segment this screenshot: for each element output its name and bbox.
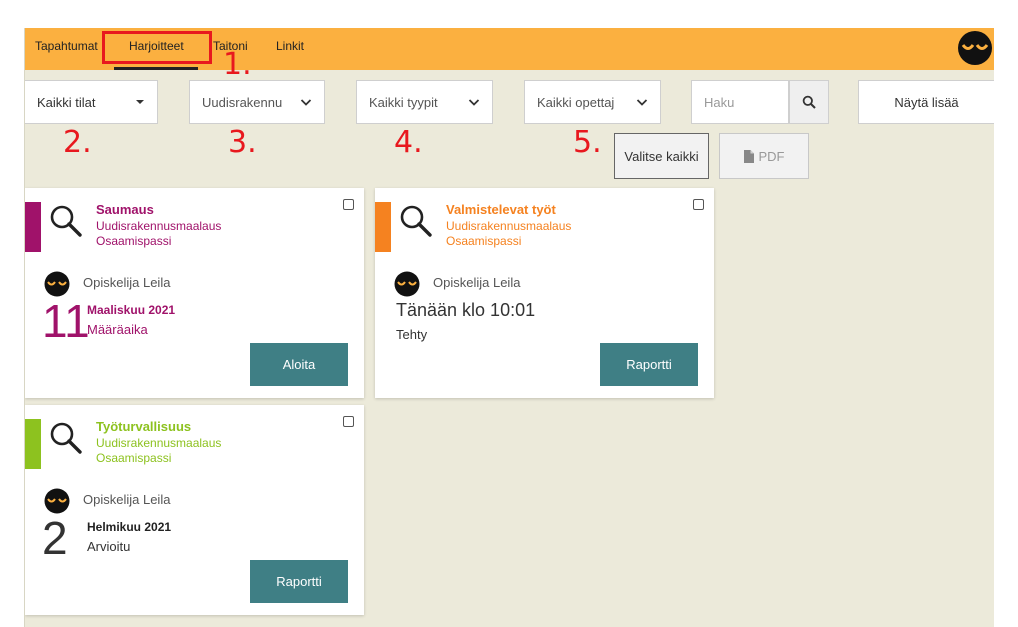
chevron-down-icon	[636, 99, 648, 106]
active-tab-indicator	[114, 67, 198, 70]
due-day: 11	[42, 295, 90, 347]
nav-tapahtumat[interactable]: Tapahtumat	[35, 39, 98, 53]
annotation-2: 2.	[63, 125, 92, 160]
top-navbar: Tapahtumat Harjoitteet Taitoni Linkit	[25, 28, 994, 70]
card-title[interactable]: Valmistelevat työt	[446, 202, 556, 217]
annotation-3: 3.	[228, 125, 257, 160]
avatar-icon	[44, 488, 70, 514]
teacher-select-value: Kaikki opettaj	[537, 94, 615, 110]
chevron-down-icon	[300, 99, 312, 106]
card-checkbox[interactable]	[343, 199, 354, 210]
card-color-stripe	[25, 202, 41, 252]
card-color-stripe	[25, 419, 41, 469]
search-button[interactable]	[789, 80, 829, 124]
teacher-select[interactable]: Kaikki opettaj	[524, 80, 661, 124]
completed-time: Tänään klo 10:01	[396, 300, 536, 320]
card-checkbox[interactable]	[343, 416, 354, 427]
caret-down-icon	[136, 100, 144, 104]
annotation-1: 1.	[223, 47, 252, 82]
highlight-box	[102, 31, 212, 64]
avatar-icon[interactable]	[957, 30, 993, 66]
search-icon	[802, 95, 816, 109]
status-select-value: Kaikki tilat	[37, 94, 96, 110]
nav-linkit[interactable]: Linkit	[276, 39, 304, 53]
due-day: 2	[42, 512, 68, 564]
card-program: Uudisrakennusmaalaus	[96, 219, 222, 233]
type-select[interactable]: Kaikki tyypit	[356, 80, 493, 124]
exercise-card: Saumaus Uudisrakennusmaalaus Osaamispass…	[25, 188, 364, 398]
annotation-5: 5.	[573, 125, 602, 160]
search-input[interactable]	[691, 80, 789, 124]
start-button[interactable]: Aloita	[250, 343, 348, 386]
app-frame: Tapahtumat Harjoitteet Taitoni Linkit 1.…	[24, 28, 994, 627]
avatar-icon	[44, 271, 70, 297]
status-select[interactable]: Kaikki tilat	[25, 80, 158, 124]
chevron-down-icon	[468, 99, 480, 106]
program-select-value: Uudisrakennu	[202, 94, 283, 110]
card-title[interactable]: Saumaus	[96, 202, 154, 217]
card-passport: Osaamispassi	[96, 234, 172, 248]
card-checkbox[interactable]	[693, 199, 704, 210]
exercise-card: Valmistelevat työt Uudisrakennusmaalaus …	[375, 188, 714, 398]
annotation-4: 4.	[394, 125, 423, 160]
student-name: Opiskelija Leila	[83, 275, 171, 290]
magnifier-icon	[50, 422, 82, 454]
card-program: Uudisrakennusmaalaus	[96, 436, 222, 450]
card-status: Arvioitu	[87, 539, 131, 554]
card-passport: Osaamispassi	[446, 234, 522, 248]
pdf-button[interactable]: PDF	[719, 133, 809, 179]
select-all-button[interactable]: Valitse kaikki	[614, 133, 709, 179]
magnifier-icon	[50, 205, 82, 237]
show-more-button[interactable]: Näytä lisää	[858, 80, 994, 124]
card-program: Uudisrakennusmaalaus	[446, 219, 572, 233]
due-month: Maaliskuu 2021	[87, 303, 176, 317]
student-name: Opiskelija Leila	[83, 492, 171, 507]
document-icon	[743, 149, 754, 163]
card-status: Tehty	[396, 327, 428, 342]
report-button[interactable]: Raportti	[250, 560, 348, 603]
student-name: Opiskelija Leila	[433, 275, 521, 290]
type-select-value: Kaikki tyypit	[369, 94, 438, 110]
card-passport: Osaamispassi	[96, 451, 172, 465]
avatar-icon	[394, 271, 420, 297]
report-button[interactable]: Raportti	[600, 343, 698, 386]
pdf-label: PDF	[758, 148, 785, 164]
magnifier-icon	[400, 205, 432, 237]
exercise-card: Työturvallisuus Uudisrakennusmaalaus Osa…	[25, 405, 364, 615]
due-month: Helmikuu 2021	[87, 520, 172, 534]
program-select[interactable]: Uudisrakennu	[189, 80, 325, 124]
card-status: Määräaika	[87, 322, 148, 337]
card-color-stripe	[375, 202, 391, 252]
card-title[interactable]: Työturvallisuus	[96, 419, 191, 434]
